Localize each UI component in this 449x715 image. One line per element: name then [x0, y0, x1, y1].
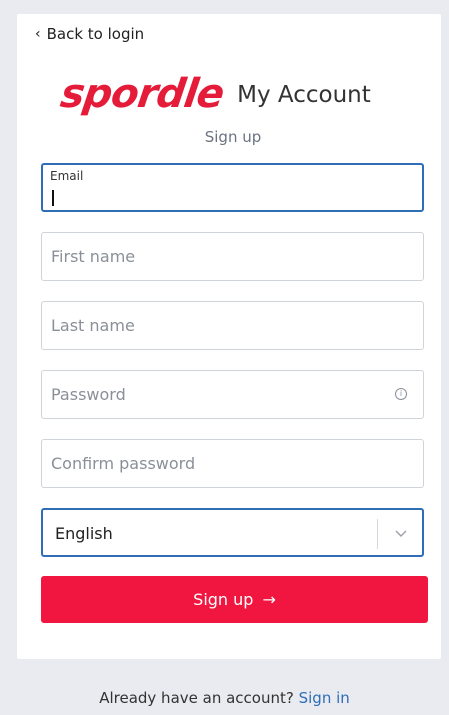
last-name-field[interactable]: Last name	[41, 301, 424, 350]
language-select[interactable]: English	[41, 508, 424, 557]
confirm-password-field[interactable]: Confirm password	[41, 439, 424, 488]
footer: Already have an account? Sign in	[0, 689, 449, 707]
text-caret	[52, 190, 54, 206]
chevron-left-icon: ‹	[35, 26, 41, 42]
footer-text: Already have an account?	[99, 689, 294, 707]
first-name-placeholder: First name	[51, 247, 136, 266]
back-to-login-label: Back to login	[46, 25, 145, 43]
email-label: Email	[50, 169, 84, 183]
brand-header: spordle My Account	[57, 66, 371, 117]
select-divider	[377, 519, 378, 549]
chevron-down-icon[interactable]	[394, 526, 408, 540]
first-name-field[interactable]: First name	[41, 232, 424, 281]
password-placeholder: Password	[51, 385, 126, 404]
sign-up-label: Sign up	[193, 590, 254, 609]
spordle-logo: spordle	[57, 71, 227, 117]
confirm-password-placeholder: Confirm password	[51, 454, 196, 473]
signup-card: ‹ Back to login spordle My Account Sign …	[17, 14, 441, 659]
language-value: English	[55, 524, 113, 543]
password-field[interactable]: Password i	[41, 370, 424, 419]
back-to-login-link[interactable]: ‹ Back to login	[35, 25, 144, 43]
brand-suffix: My Account	[237, 82, 371, 108]
sign-in-link[interactable]: Sign in	[299, 689, 350, 707]
email-field[interactable]: Email	[41, 163, 424, 212]
form-title: Sign up	[204, 128, 262, 146]
sign-up-button[interactable]: Sign up →	[41, 576, 428, 623]
info-icon[interactable]: i	[395, 388, 407, 400]
last-name-placeholder: Last name	[51, 316, 135, 335]
arrow-right-icon: →	[262, 590, 276, 609]
